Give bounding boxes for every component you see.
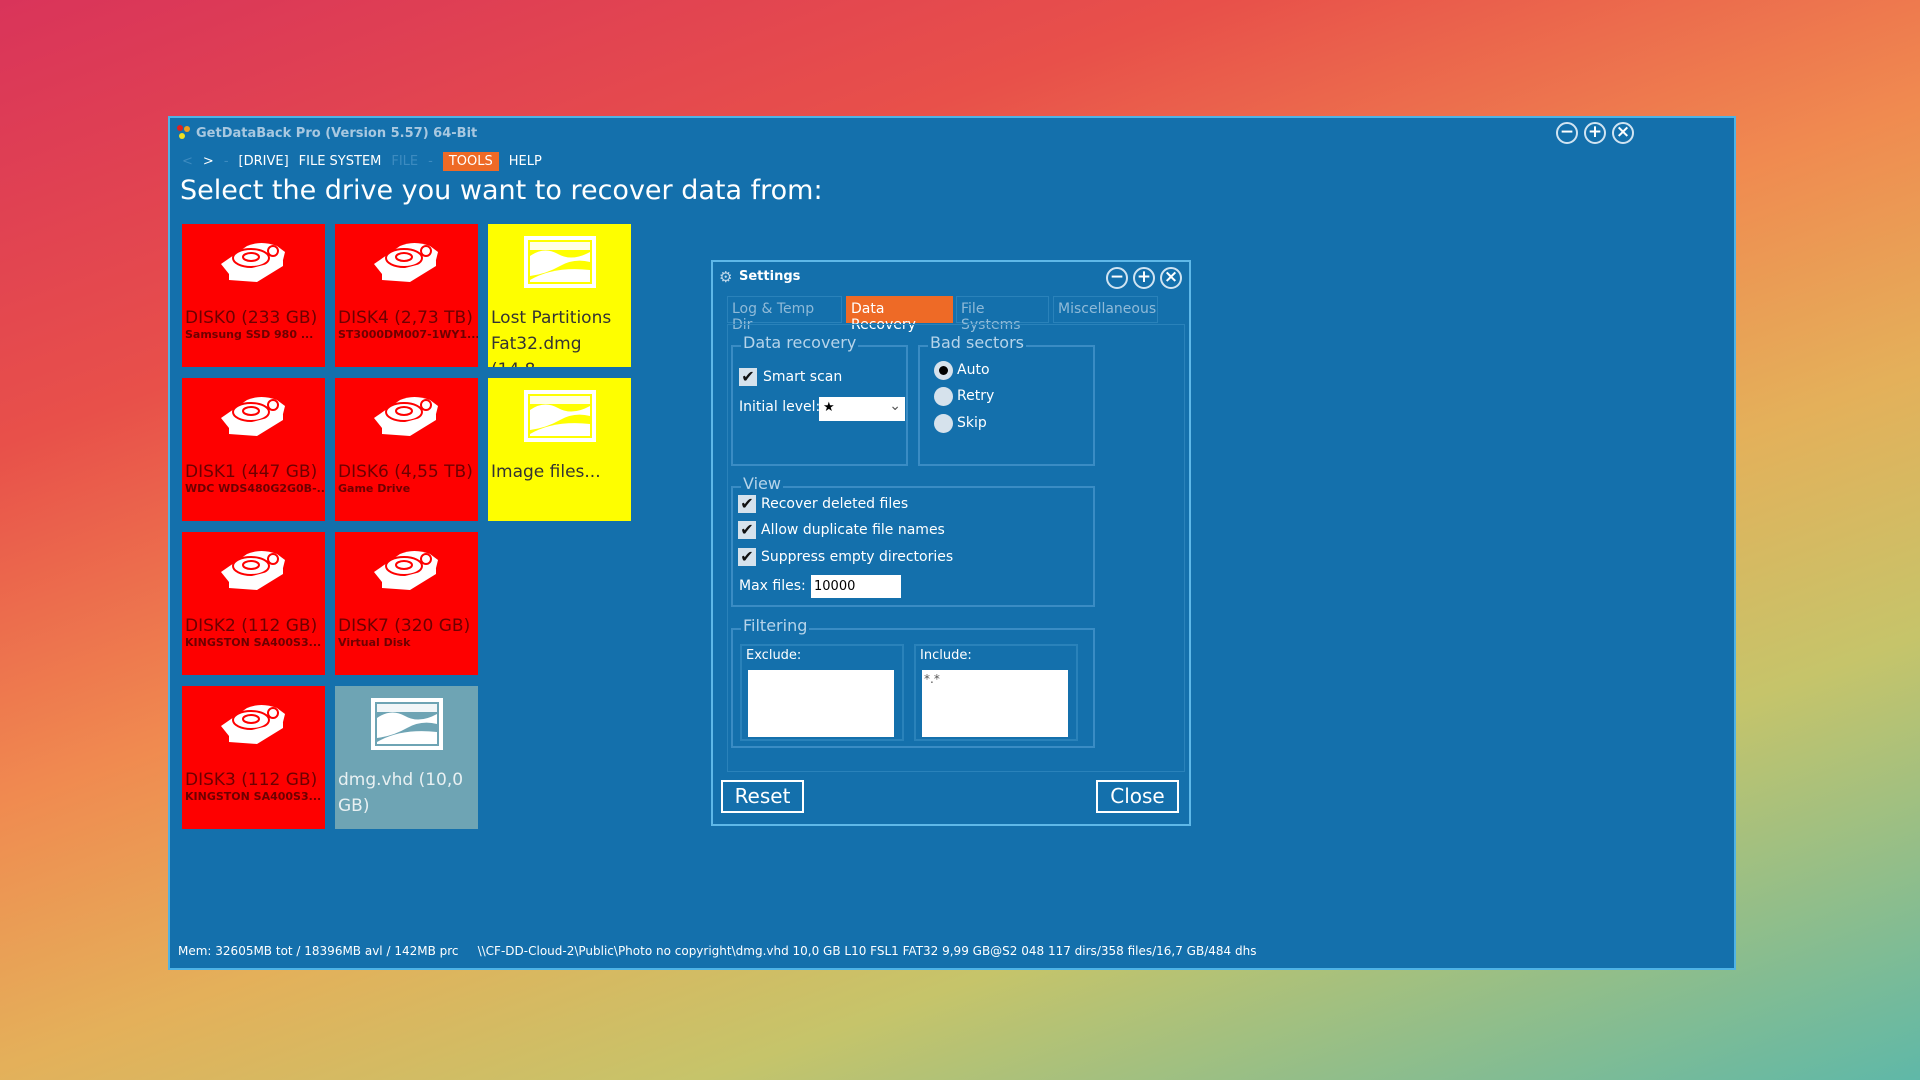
close-label: Close: [1110, 784, 1165, 808]
group-legend: View: [741, 474, 783, 493]
forward-button[interactable]: >: [203, 154, 214, 169]
dialog-close-icon-button[interactable]: ×: [1160, 267, 1182, 289]
drive-tile[interactable]: DISK6 (4,55 TB) Game Drive: [335, 378, 478, 521]
bad-sectors-group: Bad sectors Auto Retry Skip: [918, 333, 1095, 466]
hard-disk-icon: [217, 392, 289, 442]
radio-retry[interactable]: [934, 387, 953, 406]
menu-file-system[interactable]: FILE SYSTEM: [299, 154, 382, 169]
data-recovery-group: Data recovery ✔ Smart scan Initial level…: [731, 333, 908, 466]
tile-subtitle: KINGSTON SA400S3...: [185, 790, 322, 803]
include-textarea[interactable]: *.*: [922, 670, 1068, 737]
tile-subtitle: KINGSTON SA400S3...: [185, 636, 322, 649]
drive-tile[interactable]: DISK0 (233 GB) Samsung SSD 980 ...: [182, 224, 325, 367]
image-icon: [371, 698, 443, 754]
recover-deleted-checkbox[interactable]: ✔: [738, 495, 756, 513]
reset-button[interactable]: Reset: [721, 780, 804, 813]
image-icon: [524, 236, 596, 292]
hard-disk-icon: [370, 238, 442, 288]
minimize-button[interactable]: −: [1556, 122, 1578, 144]
drive-tile[interactable]: DISK7 (320 GB) Virtual Disk: [335, 532, 478, 675]
radio-auto-label: Auto: [957, 362, 990, 378]
view-group: View ✔ Recover deleted files ✔ Allow dup…: [731, 474, 1095, 607]
max-files-label: Max files:: [739, 578, 806, 594]
initial-level-select[interactable]: ★ ⌄: [819, 397, 905, 421]
memory-status: Mem: 32605MB tot / 18396MB avl / 142MB p…: [178, 944, 459, 958]
image-tile[interactable]: Lost Partitions Fat32.dmg (14,8: [488, 224, 631, 367]
menu-bar: < > - [DRIVE] FILE SYSTEM FILE - TOOLS H…: [182, 152, 542, 171]
image-icon: [524, 390, 596, 446]
dialog-minimize-button[interactable]: −: [1106, 267, 1128, 289]
exclude-label: Exclude:: [746, 648, 802, 663]
back-button[interactable]: <: [182, 154, 193, 169]
tab-file-systems[interactable]: File Systems: [956, 296, 1049, 333]
image-tile[interactable]: Image files...: [488, 378, 631, 521]
tile-title: dmg.vhd (10,0 GB): [338, 770, 464, 816]
drive-tile[interactable]: DISK1 (447 GB) WDC WDS480G2G0B-...: [182, 378, 325, 521]
tile-subtitle: WDC WDS480G2G0B-...: [185, 482, 325, 495]
exclude-textarea[interactable]: [748, 670, 894, 737]
tab-panel: Data recovery ✔ Smart scan Initial level…: [727, 324, 1185, 772]
hard-disk-icon: [217, 238, 289, 288]
exclude-panel: Exclude:: [740, 644, 904, 741]
smart-scan-checkbox[interactable]: ✔: [739, 368, 757, 386]
image-tile[interactable]: dmg.vhd (10,0 GB): [335, 686, 478, 829]
tile-subtitle: ST3000DM007-1WY1...: [338, 328, 478, 341]
tile-subtitle: Virtual Disk: [338, 636, 411, 649]
drive-tile[interactable]: DISK4 (2,73 TB) ST3000DM007-1WY1...: [335, 224, 478, 367]
reset-label: Reset: [734, 784, 791, 808]
gear-icon: ⚙: [719, 268, 733, 286]
drive-tile[interactable]: DISK2 (112 GB) KINGSTON SA400S3...: [182, 532, 325, 675]
include-label: Include:: [920, 648, 972, 663]
window-title: GetDataBack Pro (Version 5.57) 64-Bit: [196, 126, 478, 141]
menu-separator: -: [428, 154, 433, 169]
group-legend: Data recovery: [741, 333, 859, 352]
settings-dialog: ⚙ Settings − + × Log & Temp Dir Data Rec…: [711, 260, 1191, 826]
filtering-group: Filtering Exclude: Include: *.*: [731, 616, 1095, 748]
hard-disk-icon: [370, 392, 442, 442]
allow-duplicate-label: Allow duplicate file names: [761, 522, 945, 538]
menu-separator: -: [223, 154, 229, 169]
group-legend: Bad sectors: [928, 333, 1026, 352]
hard-disk-icon: [370, 546, 442, 596]
hard-disk-icon: [217, 700, 289, 750]
initial-level-label: Initial level:: [739, 399, 821, 415]
include-panel: Include: *.*: [914, 644, 1078, 741]
hard-disk-icon: [217, 546, 289, 596]
radio-auto[interactable]: [934, 361, 953, 380]
radio-skip[interactable]: [934, 414, 953, 433]
initial-level-value: ★: [823, 400, 835, 415]
app-logo-icon: [176, 124, 192, 140]
group-legend: Filtering: [741, 616, 810, 635]
menu-help[interactable]: HELP: [509, 154, 542, 169]
allow-duplicate-checkbox[interactable]: ✔: [738, 521, 756, 539]
tab-data-recovery[interactable]: Data Recovery: [846, 296, 953, 333]
drive-tile[interactable]: DISK3 (112 GB) KINGSTON SA400S3...: [182, 686, 325, 829]
dialog-title: Settings: [739, 269, 801, 284]
tile-subtitle: Game Drive: [338, 482, 411, 495]
radio-retry-label: Retry: [957, 388, 995, 404]
radio-skip-label: Skip: [957, 415, 987, 431]
close-button[interactable]: Close: [1096, 780, 1179, 813]
path-status: \\CF-DD-Cloud-2\Public\Photo no copyrigh…: [477, 944, 1257, 958]
smart-scan-label: Smart scan: [763, 369, 843, 385]
max-files-input[interactable]: [811, 575, 901, 598]
status-bar: Mem: 32605MB tot / 18396MB avl / 142MB p…: [178, 944, 1256, 958]
tile-title: Image files...: [491, 462, 601, 482]
page-title: Select the drive you want to recover dat…: [180, 175, 823, 206]
close-window-button[interactable]: ×: [1612, 122, 1634, 144]
menu-drive[interactable]: [DRIVE]: [239, 154, 289, 169]
suppress-empty-label: Suppress empty directories: [761, 549, 954, 565]
suppress-empty-checkbox[interactable]: ✔: [738, 548, 756, 566]
maximize-button[interactable]: +: [1584, 122, 1606, 144]
menu-file[interactable]: FILE: [391, 154, 418, 169]
menu-tools[interactable]: TOOLS: [442, 152, 499, 171]
tile-subtitle: Samsung SSD 980 ...: [185, 328, 314, 341]
tab-miscellaneous[interactable]: Miscellaneous: [1053, 296, 1158, 323]
tile-title: Lost Partitions Fat32.dmg (14,8: [491, 308, 612, 367]
dialog-maximize-button[interactable]: +: [1133, 267, 1155, 289]
recover-deleted-label: Recover deleted files: [761, 496, 909, 512]
tab-log-temp-dir[interactable]: Log & Temp Dir: [727, 296, 842, 333]
chevron-down-icon: ⌄: [889, 398, 901, 414]
